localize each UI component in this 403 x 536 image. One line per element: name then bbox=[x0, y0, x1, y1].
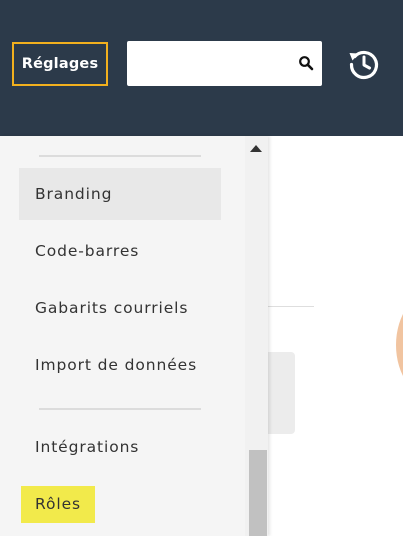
history-icon[interactable] bbox=[346, 46, 382, 82]
search-input[interactable] bbox=[127, 41, 295, 86]
menu-item-import-de-donnees[interactable]: Import de données bbox=[19, 339, 221, 391]
menu-item-roles[interactable]: Rôles bbox=[21, 486, 95, 523]
menu-divider bbox=[39, 155, 201, 157]
scroll-thumb[interactable] bbox=[249, 450, 267, 536]
menu-item-branding[interactable]: Branding bbox=[19, 168, 221, 220]
settings-button[interactable]: Réglages bbox=[12, 42, 108, 86]
menu-divider bbox=[39, 408, 201, 410]
search-icon[interactable] bbox=[298, 55, 314, 71]
settings-dropdown-menu: Branding Code-barres Gabarits courriels … bbox=[0, 136, 268, 536]
scroll-up-arrow-icon[interactable] bbox=[250, 145, 262, 152]
page: Réglages Branding Code-barres Gabarits c… bbox=[0, 0, 403, 536]
content-divider bbox=[268, 306, 314, 307]
menu-scrollbar[interactable] bbox=[245, 136, 268, 536]
search-box bbox=[127, 41, 322, 86]
menu-item-integrations[interactable]: Intégrations bbox=[19, 421, 221, 473]
header-bar: Réglages bbox=[0, 0, 403, 136]
avatar bbox=[396, 290, 403, 400]
menu-item-gabarits-courriels[interactable]: Gabarits courriels bbox=[19, 282, 221, 334]
menu-item-code-barres[interactable]: Code-barres bbox=[19, 225, 221, 277]
